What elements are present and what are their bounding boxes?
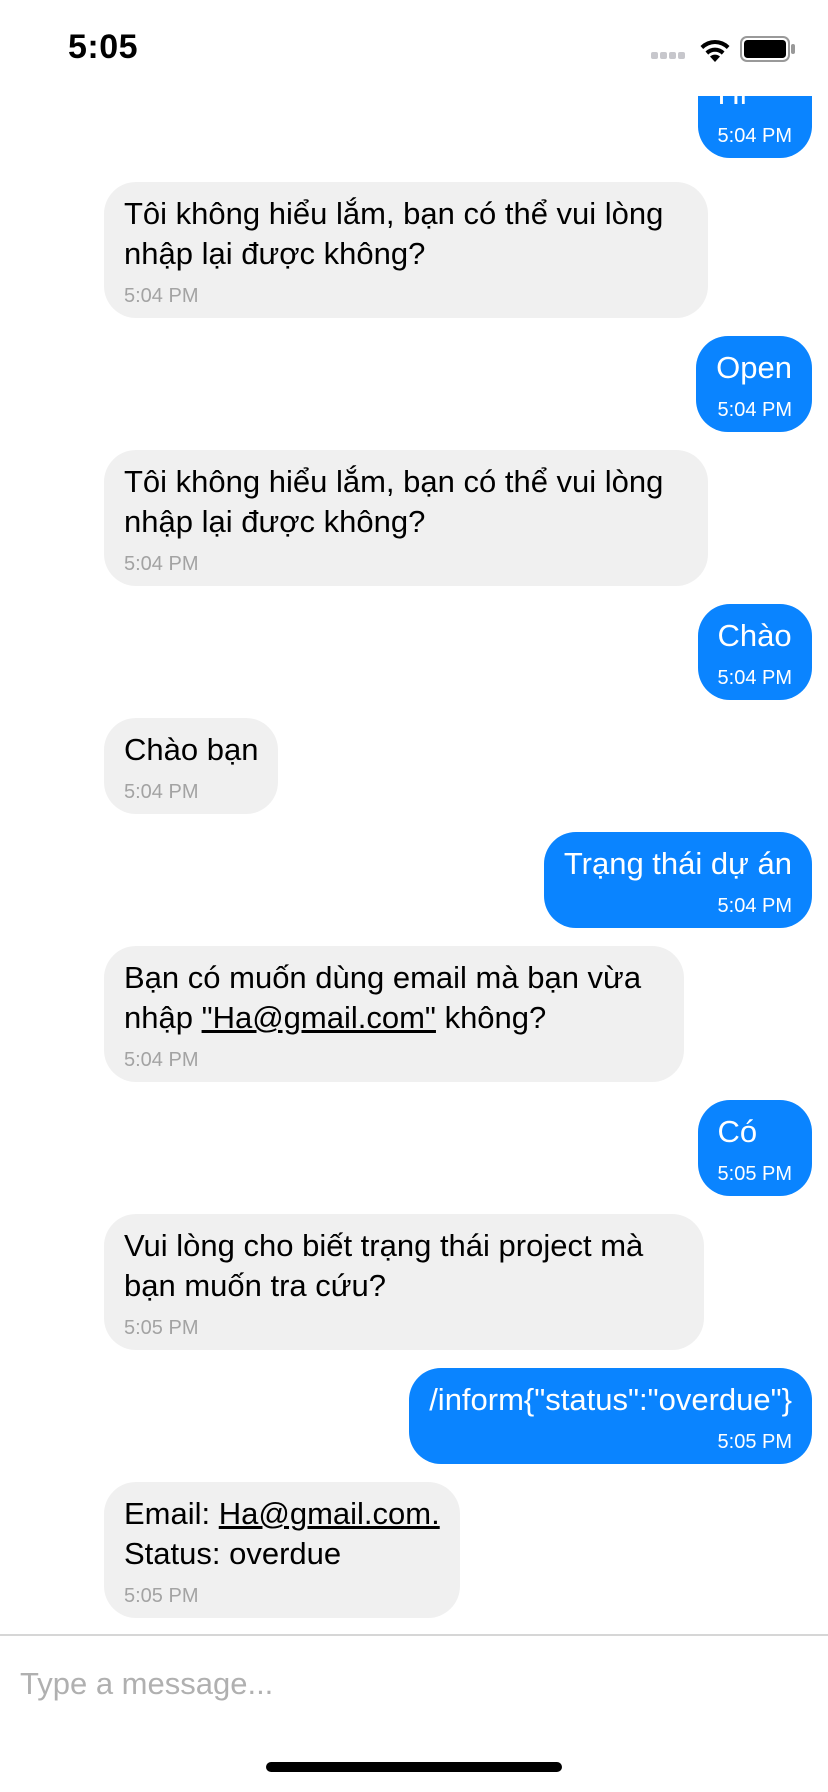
wifi-icon xyxy=(700,39,730,62)
email-link[interactable]: Ha@gmail.com. xyxy=(219,1496,440,1531)
message-bubble-incoming[interactable]: Tôi không hiểu lắm, bạn có thể vui lòng … xyxy=(104,182,708,318)
battery-icon xyxy=(740,36,795,62)
message-bubble-incoming[interactable]: Vui lòng cho biết trạng thái project mà … xyxy=(104,1214,704,1350)
message-timestamp: 5:05 PM xyxy=(124,1585,199,1607)
message-timestamp: 5:04 PM xyxy=(124,553,199,575)
message-timestamp: 5:04 PM xyxy=(124,1049,199,1071)
signal-icon xyxy=(651,52,691,62)
message-text: Open xyxy=(716,350,792,385)
message-bubble-outgoing[interactable]: /inform{"status":"overdue"} 5:05 PM xyxy=(409,1368,812,1464)
message-timestamp: 5:05 PM xyxy=(124,1317,199,1339)
message-text: Chào bạn xyxy=(124,732,259,767)
message-text: Email: Ha@gmail.com. Status: overdue xyxy=(124,1494,440,1574)
message-bubble-incoming[interactable]: Chào bạn 5:04 PM xyxy=(104,718,279,814)
message-text: /inform{"status":"overdue"} xyxy=(429,1382,792,1417)
message-bubble-incoming[interactable]: Tôi không hiểu lắm, bạn có thể vui lòng … xyxy=(104,450,708,586)
message-text: Chào xyxy=(717,618,792,653)
message-timestamp: 5:04 PM xyxy=(717,125,792,147)
email-link[interactable]: "Ha@gmail.com" xyxy=(202,1000,436,1035)
message-text: Vui lòng cho biết trạng thái project mà … xyxy=(124,1228,652,1303)
message-bubble-incoming[interactable]: Email: Ha@gmail.com. Status: overdue 5:0… xyxy=(104,1482,460,1618)
message-text: Tôi không hiểu lắm, bạn có thể vui lòng … xyxy=(124,196,673,271)
message-text-part: Status: overdue xyxy=(124,1536,342,1571)
message-bubble-outgoing[interactable]: Có 5:05 PM xyxy=(697,1100,812,1196)
message-text: Bạn có muốn dùng email mà bạn vừa nhập "… xyxy=(124,958,664,1038)
message-timestamp: 5:05 PM xyxy=(717,1163,792,1185)
message-bubble-outgoing[interactable]: Chào 5:04 PM xyxy=(697,604,812,700)
message-bubble-incoming[interactable]: Bạn có muốn dùng email mà bạn vừa nhập "… xyxy=(104,946,684,1082)
message-timestamp: 5:04 PM xyxy=(717,895,792,917)
message-text: Tôi không hiểu lắm, bạn có thể vui lòng … xyxy=(124,464,673,539)
message-timestamp: 5:04 PM xyxy=(717,399,792,421)
message-timestamp: 5:04 PM xyxy=(124,285,199,307)
message-text-part: Email: xyxy=(124,1496,219,1531)
status-bar: 5:05 xyxy=(0,0,828,96)
message-bubble-outgoing[interactable]: Trạng thái dự án 5:04 PM xyxy=(543,832,812,928)
message-timestamp: 5:04 PM xyxy=(717,667,792,689)
message-bubble-outgoing[interactable]: Open 5:04 PM xyxy=(696,336,812,432)
home-indicator[interactable] xyxy=(266,1762,562,1772)
message-text: Trạng thái dự án xyxy=(563,846,792,881)
message-text: Có xyxy=(717,1114,758,1149)
status-time: 5:05 xyxy=(68,28,139,66)
message-timestamp: 5:04 PM xyxy=(124,781,199,803)
message-text-part: không? xyxy=(435,1000,547,1035)
message-timestamp: 5:05 PM xyxy=(717,1431,792,1453)
chat-thread[interactable]: Hi 5:04 PM Tôi không hiểu lắm, bạn có th… xyxy=(0,0,828,1634)
message-input[interactable] xyxy=(20,1654,800,1714)
